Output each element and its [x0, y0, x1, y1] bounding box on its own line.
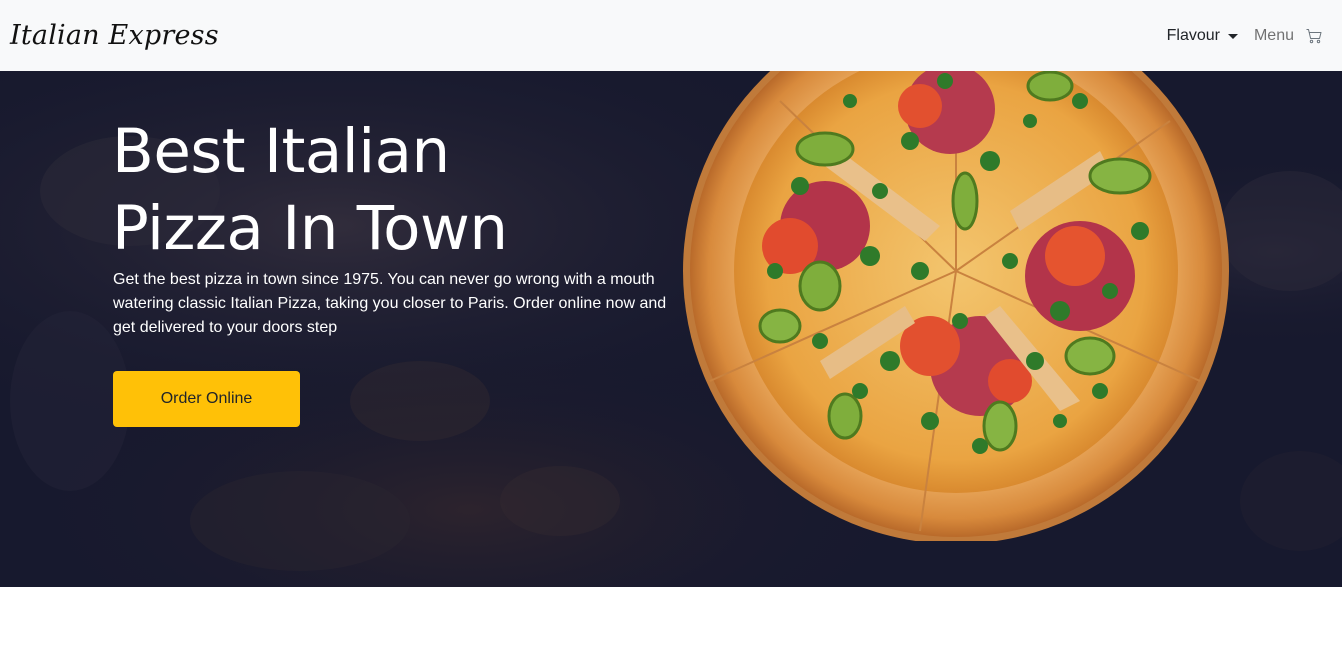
flavour-dropdown[interactable]: Flavour — [1159, 27, 1246, 45]
cart-icon-graphic — [1306, 28, 1322, 43]
page-content-below — [0, 587, 1342, 654]
navbar: Italian Express Flavour Menu — [0, 0, 1342, 71]
hero-title: Best Italian Pizza In Town — [112, 113, 632, 267]
hero-title-line2: Pizza In Town — [112, 193, 508, 264]
cart-icon[interactable] — [1306, 25, 1328, 47]
hero-description: Get the best pizza in town since 1975. Y… — [113, 271, 667, 336]
flavour-dropdown-label: Flavour — [1166, 26, 1220, 44]
hero-section: Best Italian Pizza In Town Get the best … — [0, 71, 1342, 587]
hero-title-line1: Best Italian — [112, 116, 450, 187]
pizza-image — [683, 71, 1229, 541]
menu-link[interactable]: Menu — [1246, 27, 1302, 45]
caret-down-icon — [1227, 33, 1238, 39]
brand-logo[interactable]: Italian Express — [10, 20, 219, 51]
nav-links: Flavour Menu — [1159, 25, 1328, 47]
order-online-button[interactable]: Order Online — [113, 371, 300, 427]
